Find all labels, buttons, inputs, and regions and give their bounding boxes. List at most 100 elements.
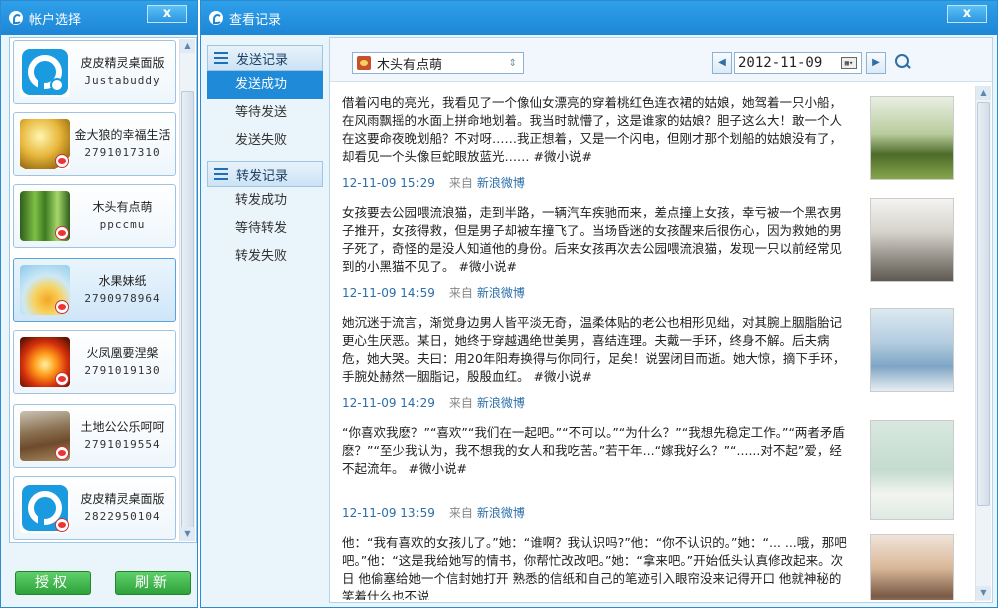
post-text: “你喜欢我麽？”“喜欢”“我们在一起吧。”“不可以。”“为什么？”“我想先稳定工… [342,425,845,476]
post-meta: 12-11-09 13:59 来自 新浪微博 [342,504,525,521]
post-from: 来自 [448,396,473,410]
post-text: 她沉迷于流言，渐觉身边男人皆平淡无奇，温柔体贴的老公也相形见绌，对其腕上胭脂胎记… [342,315,846,384]
avatar [20,191,70,241]
authorize-button[interactable]: 授权 [15,571,91,595]
account-list: 皮皮精灵桌面版 Justabuddy 金大狼的幸福生活 2791017310 木头有… [9,37,197,543]
account-name: 火凤凰要涅槃 [86,346,159,360]
feed-scrollbar[interactable]: ▲ ▼ [975,86,991,601]
view-window-title: 查看记录 [229,12,282,28]
account-dropdown-value: 木头有点萌 [377,57,443,73]
post-source-link[interactable]: 新浪微博 [477,176,525,190]
post-source-link[interactable]: 新浪微博 [477,396,525,410]
account-id: ppccmu [99,218,146,231]
weibo-icon [55,300,69,314]
weibo-icon [55,226,69,240]
avatar [20,47,70,97]
view-window-titlebar: 查看记录 x [201,1,997,35]
post-time: 12-11-09 15:29 [342,176,435,190]
nav-forward-records[interactable]: 转发记录 [207,161,323,187]
account-name: 土地公公乐呵呵 [80,420,165,434]
account-item[interactable]: 木头有点萌 ppccmu [13,184,176,248]
dropdown-arrow-icon: ⇕ [508,57,517,69]
account-name: 皮皮精灵桌面版 [80,492,165,506]
nav-item-pending-forward[interactable]: 等待转发 [207,215,323,243]
prev-date-button[interactable]: ◀ [712,52,732,74]
account-item-selected[interactable]: 水果妹纸 2790978964 [13,258,176,322]
account-select-window: 帐户选择 x 皮皮精灵桌面版 Justabuddy 金大狼的幸福生活 2791017… [0,0,198,608]
calendar-icon[interactable]: ▦▾ [841,57,857,69]
account-id: 2791017310 [84,146,161,159]
post-from: 来自 [448,506,473,520]
nav-item-forward-success[interactable]: 转发成功 [207,187,323,215]
account-dropdown[interactable]: 木头有点萌 ⇕ [352,52,524,74]
post-meta: 12-11-09 14:29 来自 新浪微博 [342,394,525,411]
scroll-up-arrow-icon[interactable]: ▲ [976,86,991,100]
account-id: 2791019554 [84,438,161,451]
post-meta: 12-11-09 15:29 来自 新浪微博 [342,174,525,191]
nav-item-pending-send[interactable]: 等待发送 [207,99,323,127]
account-window-titlebar: 帐户选择 x [1,1,197,35]
account-avatar-icon [357,56,371,70]
account-name: 金大狼的幸福生活 [74,128,171,142]
refresh-button[interactable]: 刷新 [115,571,191,595]
account-item[interactable]: 土地公公乐呵呵 2791019554 [13,404,176,468]
account-window-title: 帐户选择 [29,12,82,28]
post-image[interactable] [870,96,954,180]
records-panel: 木头有点萌 ⇕ ◀ 2012-11-09 ▦▾ ▶ 借着闪电的亮光，我看见了一个… [329,37,993,603]
nav-sent-records[interactable]: 发送记录 [207,45,323,71]
post-text: 女孩要去公园喂流浪猫，走到半路，一辆汽车疾驰而来，差点撞上女孩，幸亏被一个黑衣男… [342,205,843,274]
scroll-down-arrow-icon[interactable]: ▼ [180,527,195,541]
scrollbar-thumb[interactable] [977,102,990,506]
date-picker[interactable]: 2012-11-09 ▦▾ [734,52,862,74]
post-time: 12-11-09 14:29 [342,396,435,410]
avatar [20,483,70,533]
records-toolbar: 木头有点萌 ⇕ ◀ 2012-11-09 ▦▾ ▶ [330,38,992,82]
account-id: 2791019130 [84,364,161,377]
record-nav: 发送记录 发送成功 等待发送 发送失败 转发记录 转发成功 等待转发 转发失败 [207,45,323,271]
list-icon [214,52,228,64]
account-item[interactable]: 金大狼的幸福生活 2791017310 [13,112,176,176]
avatar [20,411,70,461]
post-text: 借着闪电的亮光，我看见了一个像仙女漂亮的穿着桃红色连衣裙的姑娘，她驾着一只小船，… [342,95,843,164]
account-item[interactable]: 皮皮精灵桌面版 2822950104 [13,476,176,540]
account-list-scrollbar[interactable]: ▲ ▼ [179,39,195,541]
nav-item-forward-failed[interactable]: 转发失败 [207,243,323,271]
nav-item-sent-success[interactable]: 发送成功 [207,71,323,99]
account-id: 2790978964 [84,292,161,305]
pipi-logo-icon [22,49,68,95]
close-button[interactable]: x [947,5,987,23]
view-records-window: 查看记录 x 发送记录 发送成功 等待发送 发送失败 转发记录 转发成功 等待转… [200,0,998,608]
post-source-link[interactable]: 新浪微博 [477,506,525,520]
search-icon[interactable] [894,53,912,71]
post-time: 12-11-09 14:59 [342,286,435,300]
account-item[interactable]: 皮皮精灵桌面版 Justabuddy [13,40,176,104]
nav-item-send-failed[interactable]: 发送失败 [207,127,323,155]
scroll-down-arrow-icon[interactable]: ▼ [976,586,991,600]
post-image[interactable] [870,420,954,520]
post-text: 他：“我有喜欢的女孩儿了。”她：“谁啊？我认识吗?”他：“你不认识的。”她：“.… [342,535,847,600]
weibo-icon [55,446,69,460]
avatar [20,337,70,387]
post-from: 来自 [448,286,473,300]
scrollbar-thumb[interactable] [181,91,194,539]
scroll-up-arrow-icon[interactable]: ▲ [180,39,195,53]
close-button[interactable]: x [147,5,187,23]
post-image[interactable] [870,198,954,282]
avatar [20,265,70,315]
avatar [20,119,70,169]
next-date-button[interactable]: ▶ [866,52,886,74]
weibo-icon [55,518,69,532]
date-value: 2012-11-09 [738,55,823,71]
post-image[interactable] [870,308,954,392]
account-name: 水果妹纸 [98,274,147,288]
list-icon [214,168,228,180]
post-image[interactable] [870,534,954,600]
weibo-icon [55,154,69,168]
post-from: 来自 [448,176,473,190]
account-name: 皮皮精灵桌面版 [80,56,165,70]
post-feed: 借着闪电的亮光，我看见了一个像仙女漂亮的穿着桃红色连衣裙的姑娘，她驾着一只小船，… [330,84,976,600]
pipi-logo-icon [9,11,23,25]
post-source-link[interactable]: 新浪微博 [477,286,525,300]
account-item[interactable]: 火凤凰要涅槃 2791019130 [13,330,176,394]
post-time: 12-11-09 13:59 [342,506,435,520]
